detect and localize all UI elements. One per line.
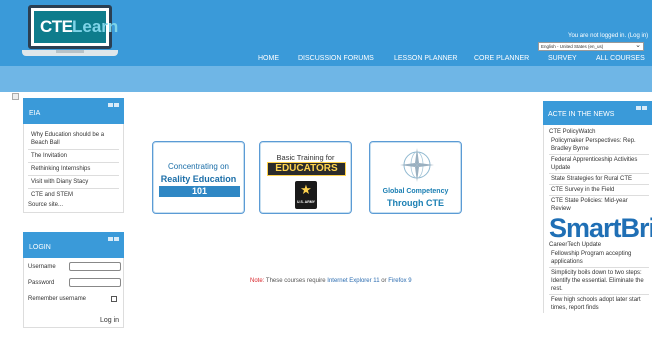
eia-block-header: EIA [23, 98, 124, 124]
nav-discussion-forums[interactable]: DISCUSSION FORUMS [298, 55, 374, 62]
login-button[interactable]: Log in [100, 317, 119, 324]
course-tile-global-competency[interactable]: Global Competency Through CTE [369, 141, 462, 214]
login-block-title: LOGIN [29, 244, 51, 251]
smartbrief-logo[interactable]: SmartBrief [549, 215, 652, 242]
username-label: Username [28, 264, 56, 270]
eia-source-link[interactable]: Source site... [28, 201, 119, 209]
login-form: Username Password Remember username Log … [23, 258, 124, 328]
nav-lesson-planner[interactable]: LESSON PLANNER [394, 55, 457, 62]
site-logo[interactable]: CTE Learn [22, 5, 118, 63]
login-block: LOGIN Username Password Remember usernam… [23, 232, 124, 328]
block-controls-icon[interactable] [107, 102, 119, 107]
nav-survey[interactable]: SURVEY [548, 55, 577, 62]
language-select[interactable]: English - United States (en_us) ⌄ [538, 42, 644, 51]
news-link[interactable]: Fellowship Program accepting application… [549, 249, 649, 268]
compass-globe-icon [400, 148, 434, 182]
course-tile-basic-training[interactable]: Basic Training for EDUCATORS ★ U.S. ARMY [259, 141, 352, 214]
news-link[interactable]: CTE State Policies: Mid-year Review [549, 196, 649, 214]
eia-link[interactable]: Why Education should be a Beach Ball [28, 129, 119, 150]
course-tile-reality-education[interactable]: Concentrating on Reality Education 101 [152, 141, 245, 214]
username-input[interactable] [69, 262, 121, 271]
block-controls-icon[interactable] [635, 105, 647, 110]
acte-news-body: CTE PolicyWatch Policymaker Perspectives… [543, 125, 652, 313]
sub-header-bar [0, 66, 652, 92]
password-input[interactable] [69, 278, 121, 287]
logo-monitor: CTE Learn [28, 5, 118, 49]
acte-news-block: ACTE IN THE NEWS CTE PolicyWatch Policym… [543, 101, 652, 337]
course-title-line: Reality Education [160, 174, 237, 184]
eia-block: EIA Why Education should be a Beach Ball… [23, 98, 124, 213]
language-value: English - United States (en_us) [541, 44, 604, 49]
news-link[interactable]: Few high schools adopt later start times… [549, 295, 649, 313]
army-star-icon: ★ U.S. ARMY [295, 181, 317, 209]
eia-block-title: EIA [29, 110, 41, 117]
browser-requirement-note: Note: These courses require Internet Exp… [250, 278, 412, 284]
nav-home[interactable]: HOME [258, 55, 279, 62]
site-header: CTE Learn You are not logged in. (Log in… [0, 0, 652, 66]
news-link[interactable]: Policymaker Perspectives: Rep. Bradley B… [549, 136, 649, 155]
acte-news-header: ACTE IN THE NEWS [543, 101, 652, 125]
course-number-badge: 101 [159, 186, 240, 197]
logo-text-learn: Learn [72, 17, 119, 36]
eia-link[interactable]: The Invitation [28, 150, 119, 163]
army-logo-text: U.S. ARMY [297, 200, 315, 204]
news-link[interactable]: CTE Survey in the Field [549, 185, 649, 196]
news-section-title: CTE PolicyWatch [549, 129, 596, 135]
eia-link[interactable]: Rethinking Internships [28, 163, 119, 176]
logo-text-cte: CTE [40, 17, 73, 36]
news-link[interactable]: State Strategies for Rural CTE [549, 174, 649, 185]
course-title-banner: EDUCATORS [267, 162, 346, 176]
remember-username-label: Remember username [28, 296, 87, 302]
password-label: Password [28, 280, 55, 286]
firefox-link[interactable]: Firefox 9 [388, 278, 411, 284]
course-title-line: Basic Training for [276, 153, 335, 162]
nav-core-planner[interactable]: CORE PLANNER [474, 55, 529, 62]
remember-username-checkbox[interactable] [111, 296, 117, 302]
eia-link-list: Why Education should be a Beach Ball The… [23, 124, 124, 213]
note-label: Note: [250, 278, 265, 284]
news-link[interactable]: Federal Apprenticeship Activities Update [549, 155, 649, 174]
chevron-down-icon: ⌄ [635, 42, 641, 49]
login-block-header: LOGIN [23, 232, 124, 258]
note-text: These courses require [265, 278, 326, 284]
block-controls-icon[interactable] [107, 236, 119, 241]
news-link[interactable]: Simplicity boils down to two steps: Iden… [549, 268, 649, 295]
internet-explorer-link[interactable]: Internet Explorer 11 [327, 278, 379, 284]
login-status-text[interactable]: You are not logged in. (Log in) [568, 33, 648, 39]
eia-link[interactable]: CTE and STEM [28, 189, 119, 201]
acte-news-title: ACTE IN THE NEWS [548, 111, 615, 118]
course-title-line: Through CTE [387, 198, 444, 208]
course-title-line: Concentrating on [168, 162, 229, 171]
note-or: or [381, 278, 387, 284]
nav-all-courses[interactable]: ALL COURSES [596, 55, 645, 62]
course-title-line: Global Competency [382, 188, 449, 195]
broken-image-icon [12, 93, 19, 100]
eia-link[interactable]: Visit with Diany Stacy [28, 176, 119, 189]
